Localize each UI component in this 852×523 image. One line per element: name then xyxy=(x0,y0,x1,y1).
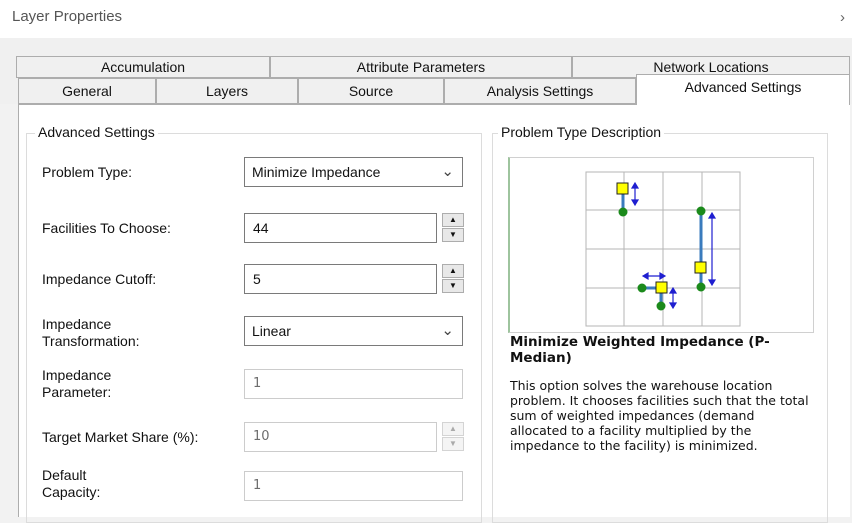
parameter-label-line1: Impedance xyxy=(42,367,112,383)
tab-label: Layers xyxy=(205,83,249,99)
demand-point xyxy=(696,282,706,292)
facility-square xyxy=(655,281,668,294)
tab-attribute-parameters[interactable]: Attribute Parameters xyxy=(270,56,572,78)
spin-up-icon[interactable]: ▲ xyxy=(442,422,464,436)
facility-square xyxy=(694,261,707,274)
spin-up-icon[interactable]: ▲ xyxy=(442,264,464,278)
transformation-select[interactable]: Linear ⌄ xyxy=(244,316,463,346)
cutoff-spinner[interactable]: ▲ ▼ xyxy=(442,264,464,294)
facilities-spinner[interactable]: ▲ ▼ xyxy=(442,213,464,243)
problem-type-value: Minimize Impedance xyxy=(252,164,381,180)
tab-label: Source xyxy=(348,83,394,99)
cutoff-label: Impedance Cutoff: xyxy=(42,271,157,287)
problem-type-label: Problem Type: xyxy=(42,164,133,180)
description-body: This option solves the warehouse locatio… xyxy=(510,378,809,453)
tab-strip: Accumulation Attribute Parameters Networ… xyxy=(0,38,852,105)
transformation-value: Linear xyxy=(252,323,291,339)
advanced-settings-legend: Advanced Settings xyxy=(35,124,158,140)
transformation-label-line2: Transformation: xyxy=(42,333,140,349)
tab-label: Attribute Parameters xyxy=(356,59,486,75)
tab-analysis-settings[interactable]: Analysis Settings xyxy=(444,78,636,104)
problem-type-illustration xyxy=(508,157,814,333)
parameter-input[interactable]: 1 xyxy=(244,369,463,399)
demand-point xyxy=(637,283,647,293)
demand-point xyxy=(618,207,628,217)
tab-accumulation[interactable]: Accumulation xyxy=(16,56,270,78)
market-share-spinner[interactable]: ▲ ▼ xyxy=(442,422,464,452)
capacity-input[interactable]: 1 xyxy=(244,471,463,501)
tab-label: General xyxy=(62,83,112,99)
tab-label: Analysis Settings xyxy=(486,83,594,99)
tab-label: Network Locations xyxy=(653,59,769,75)
transformation-label-line1: Impedance xyxy=(42,316,112,332)
market-share-label: Target Market Share (%): xyxy=(42,429,199,445)
title-bar: Layer Properties › xyxy=(0,0,852,38)
demand-point xyxy=(696,206,706,216)
tab-label: Accumulation xyxy=(100,59,186,75)
problem-description-legend: Problem Type Description xyxy=(498,124,665,140)
window-title: Layer Properties xyxy=(12,8,123,25)
spin-down-icon[interactable]: ▼ xyxy=(442,279,464,293)
demand-point xyxy=(656,301,666,311)
capacity-label-line2: Capacity: xyxy=(42,484,101,500)
capacity-label-line1: Default xyxy=(42,467,87,483)
market-share-input[interactable]: 10 xyxy=(244,422,437,452)
spin-down-icon[interactable]: ▼ xyxy=(442,437,464,451)
tab-source[interactable]: Source xyxy=(298,78,444,104)
parameter-label-line2: Parameter: xyxy=(42,384,112,400)
p-median-diagram xyxy=(585,171,741,327)
tab-general[interactable]: General xyxy=(18,78,156,104)
problem-type-select[interactable]: Minimize Impedance ⌄ xyxy=(244,157,463,187)
description-heading: Minimize Weighted Impedance (P-Median) xyxy=(510,334,770,366)
tab-layers[interactable]: Layers xyxy=(156,78,298,104)
spin-up-icon[interactable]: ▲ xyxy=(442,213,464,227)
chevron-down-icon: ⌄ xyxy=(441,163,454,180)
tab-advanced-settings[interactable]: Advanced Settings xyxy=(636,74,850,105)
facilities-input[interactable]: 44 xyxy=(244,213,437,243)
facility-square xyxy=(616,182,629,195)
facilities-label: Facilities To Choose: xyxy=(42,220,171,236)
chevron-right-icon[interactable]: › xyxy=(840,9,845,26)
tab-label: Advanced Settings xyxy=(684,79,802,95)
chevron-down-icon: ⌄ xyxy=(441,322,454,339)
spin-down-icon[interactable]: ▼ xyxy=(442,228,464,242)
cutoff-input[interactable]: 5 xyxy=(244,264,437,294)
